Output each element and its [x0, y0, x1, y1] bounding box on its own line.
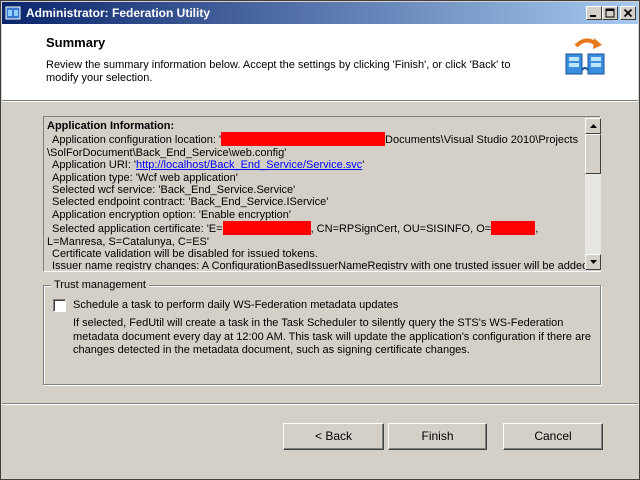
page-description: Review the summary information below. Ac…: [46, 59, 511, 84]
trust-management-label: Trust management: [51, 279, 149, 291]
endpoint-contract-line: Selected endpoint contract: 'Back_End_Se…: [52, 196, 329, 209]
redaction-block: [491, 221, 536, 236]
certificate-continued: L=Manresa, S=Catalunya, C=ES': [47, 235, 209, 248]
summary-heading: Application Information:: [47, 120, 175, 132]
schedule-task-checkbox[interactable]: [53, 299, 66, 312]
schedule-task-description: If selected, FedUtil will create a task …: [73, 317, 591, 356]
scroll-down-button[interactable]: [585, 254, 601, 270]
config-location-continued: \SolForDocument\Back_End_Service\web.con…: [47, 146, 287, 159]
title-bar[interactable]: Administrator: Federation Utility: [2, 2, 638, 24]
redaction-block: [222, 221, 311, 236]
page-title: Summary: [46, 35, 106, 50]
app-type-line: Application type: 'Wcf web application': [52, 171, 238, 184]
cancel-button[interactable]: Cancel: [503, 423, 603, 450]
summary-textbox[interactable]: Application Information: Application con…: [43, 116, 601, 272]
issuer-registry-line: Issuer name registry changes: A Configur…: [52, 260, 585, 270]
config-location-line: Application configuration location: ' Doc…: [52, 132, 579, 147]
federation-utility-window: Administrator: Federation Utility Summar…: [0, 0, 640, 480]
summary-text: Application Information: Application con…: [47, 120, 585, 270]
finish-button[interactable]: Finish: [388, 423, 487, 450]
window-title: Administrator: Federation Utility: [26, 6, 211, 20]
maximize-icon: [605, 8, 615, 18]
app-icon: [5, 6, 21, 20]
maximize-button[interactable]: [602, 6, 618, 20]
vertical-scrollbar[interactable]: [585, 118, 601, 270]
certificate-line: Selected application certificate: 'E=, C…: [52, 221, 539, 236]
redaction-block: [221, 132, 386, 147]
federation-sync-icon: [565, 38, 605, 75]
schedule-task-label[interactable]: Schedule a task to perform daily WS-Fede…: [73, 299, 398, 311]
close-icon: [623, 8, 633, 18]
close-button[interactable]: [620, 6, 636, 20]
scroll-up-button[interactable]: [585, 118, 601, 134]
arrow-up-icon: [590, 124, 597, 128]
minimize-button[interactable]: [586, 6, 602, 20]
scroll-thumb[interactable]: [585, 134, 601, 174]
back-button[interactable]: < Back: [283, 423, 384, 450]
app-uri-link[interactable]: http://localhost/Back_End_Service/Servic…: [136, 159, 362, 171]
arrow-down-icon: [590, 260, 597, 264]
wcf-service-line: Selected wcf service: 'Back_End_Service.…: [52, 184, 296, 197]
minimize-icon: [590, 15, 596, 17]
cert-validation-line: Certificate validation will be disabled …: [52, 248, 318, 261]
encryption-line: Application encryption option: 'Enable e…: [52, 208, 292, 221]
wizard-header: Summary Review the summary information b…: [2, 24, 638, 100]
app-uri-line: Application URI: 'http://localhost/Back_…: [52, 159, 365, 172]
